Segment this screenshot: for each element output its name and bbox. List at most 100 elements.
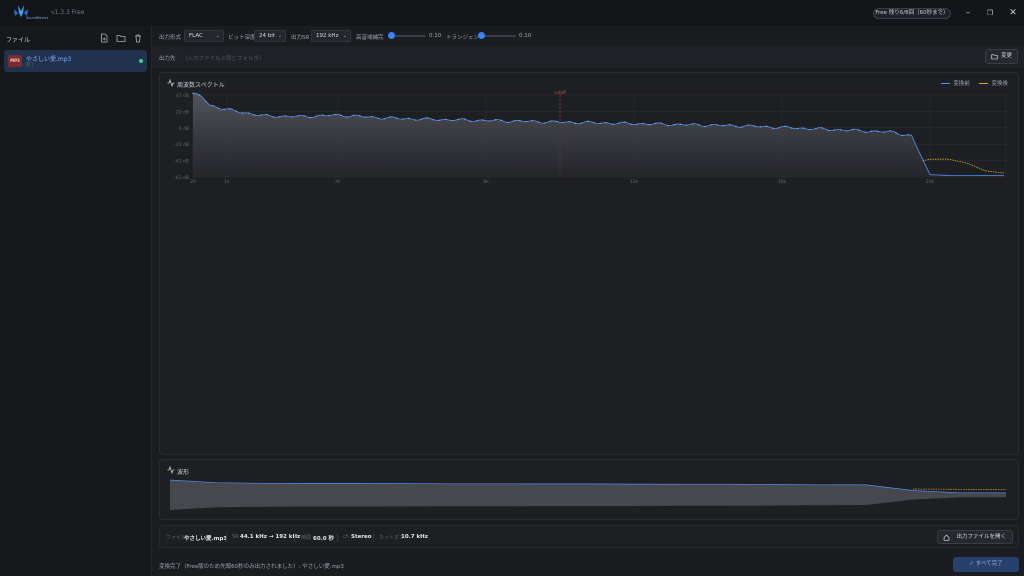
- series-before-point: [525, 121, 527, 123]
- y-tick-label: 22 dB: [176, 109, 189, 115]
- open-output-file-label: 出力ファイルを開く: [956, 534, 1006, 540]
- series-before-point: [223, 108, 225, 110]
- series-before-point: [741, 126, 743, 128]
- series-before-point: [907, 134, 910, 136]
- series-before-point: [698, 124, 700, 126]
- series-before-point: [352, 114, 354, 116]
- series-before-point: [685, 124, 688, 126]
- sidebar: ファイル MP3 やさしい愛.mp3 完了: [0, 26, 152, 576]
- series-before-point: [235, 110, 237, 112]
- output-path-field[interactable]: （入力ファイルと同じフォルダ）: [182, 54, 265, 62]
- plan-status-button[interactable]: Free 残り6/8回（60秒まで）: [873, 8, 951, 19]
- series-before-point: [679, 123, 681, 125]
- x-tick-label: 20k: [926, 179, 935, 185]
- series-before-point: [470, 120, 472, 122]
- series-before-point: [531, 120, 533, 122]
- series-before-point: [630, 123, 632, 125]
- series-before-point: [426, 117, 428, 119]
- series-before-point: [846, 130, 848, 132]
- home-icon: [943, 534, 950, 541]
- series-before-point: [254, 114, 256, 116]
- folder-icon[interactable]: [116, 33, 126, 43]
- cutoff-label: cutoff: [554, 90, 566, 95]
- series-before-point: [451, 120, 453, 122]
- change-output-button[interactable]: 変更: [985, 49, 1018, 64]
- series-before-point: [420, 118, 422, 120]
- sidebar-title: ファイル: [6, 37, 31, 44]
- series-before-point: [581, 122, 583, 124]
- samplerate-label: 出力SR: [291, 35, 310, 41]
- bitdepth-label: ビット深度: [228, 35, 256, 41]
- series-before-point: [482, 119, 484, 121]
- info-ch-key: ch: [343, 534, 349, 540]
- series-before-point: [901, 134, 903, 137]
- divider: [337, 533, 338, 542]
- format-select[interactable]: FLAC ⌄: [184, 30, 224, 42]
- status-dot-icon: [139, 59, 143, 63]
- y-tick-label: -21 dB: [174, 142, 189, 148]
- hf-slider[interactable]: [388, 32, 426, 39]
- series-before-point: [803, 127, 805, 129]
- series-before-point: [729, 124, 731, 126]
- series-before-point: [784, 125, 786, 127]
- series-before-point: [315, 115, 317, 117]
- spectrum-chart: 43 dB 22 dB 0 dB -21 dB -42 dB -63 dB20 1k 4k 8k…: [174, 90, 1007, 185]
- close-icon[interactable]: ✕: [1006, 6, 1020, 20]
- samplerate-select[interactable]: 192 kHz ⌄: [311, 30, 351, 42]
- series-before-point: [599, 122, 601, 124]
- transient-value: 0.10: [519, 33, 532, 39]
- series-before-point: [618, 122, 620, 124]
- series-before-point: [229, 108, 231, 110]
- series-before-point: [790, 127, 792, 129]
- series-before-point: [371, 116, 373, 118]
- info-sr-value: 44.1 kHz → 192 kHz: [240, 534, 301, 540]
- series-before-point: [248, 112, 250, 114]
- trash-icon[interactable]: [133, 33, 143, 43]
- series-before-point: [507, 121, 509, 124]
- series-before-point: [624, 121, 626, 123]
- y-tick-label: -42 dB: [174, 159, 189, 165]
- series-before-point: [383, 118, 385, 120]
- bitdepth-select[interactable]: 24 bit ⌄: [254, 30, 286, 42]
- folder-icon: [991, 54, 998, 60]
- series-before-point: [463, 118, 465, 120]
- series-before-point: [722, 125, 725, 127]
- add-file-icon[interactable]: [99, 33, 109, 43]
- y-tick-label: -63 dB: [174, 175, 189, 181]
- series-before-point: [205, 101, 207, 103]
- minimize-icon[interactable]: –: [961, 6, 975, 20]
- title-bar: SoundRevive v1.3.3 Free Free 残り6/8回（60秒ま…: [0, 0, 1024, 26]
- open-output-file-button[interactable]: 出力ファイルを開く: [937, 530, 1013, 544]
- file-list-item[interactable]: MP3 やさしい愛.mp3 完了: [4, 50, 147, 72]
- series-before-point: [303, 115, 305, 117]
- series-before-point: [494, 119, 496, 121]
- series-before-point: [402, 118, 404, 120]
- mp3-file-badge: MP3: [8, 55, 22, 67]
- series-before-point: [291, 116, 293, 118]
- series-before-point: [840, 129, 842, 131]
- series-before-point: [704, 126, 706, 128]
- series-before-point: [445, 118, 447, 120]
- series-before-point: [414, 119, 416, 121]
- series-before-point: [735, 125, 737, 127]
- spectrum-area: [193, 93, 1004, 177]
- divider: [373, 533, 374, 542]
- series-before-point: [519, 120, 521, 122]
- maximize-icon[interactable]: ❐: [983, 6, 997, 20]
- hf-slider-thumb[interactable]: [388, 32, 396, 39]
- series-before-point: [895, 132, 897, 134]
- series-before-point: [241, 112, 243, 114]
- chevron-down-icon: ⌄: [215, 33, 220, 39]
- all-done-button[interactable]: ✓ すべて完了: [953, 557, 1019, 572]
- series-before-point: [692, 123, 694, 125]
- x-tick-label: 12k: [630, 179, 639, 185]
- series-before-point: [877, 130, 879, 132]
- series-before-point: [433, 119, 435, 121]
- series-before-point: [821, 127, 823, 129]
- spectrum-panel: 周波数スペクトル 変換前 変換後 43 dB 22 dB 0 dB -21 dB -42…: [159, 72, 1019, 455]
- series-before-point: [673, 124, 675, 126]
- info-cutoff-value: 10.7 kHz: [401, 534, 428, 540]
- series-before-point: [211, 104, 214, 107]
- transient-slider[interactable]: [478, 32, 516, 39]
- series-before-point: [192, 92, 194, 94]
